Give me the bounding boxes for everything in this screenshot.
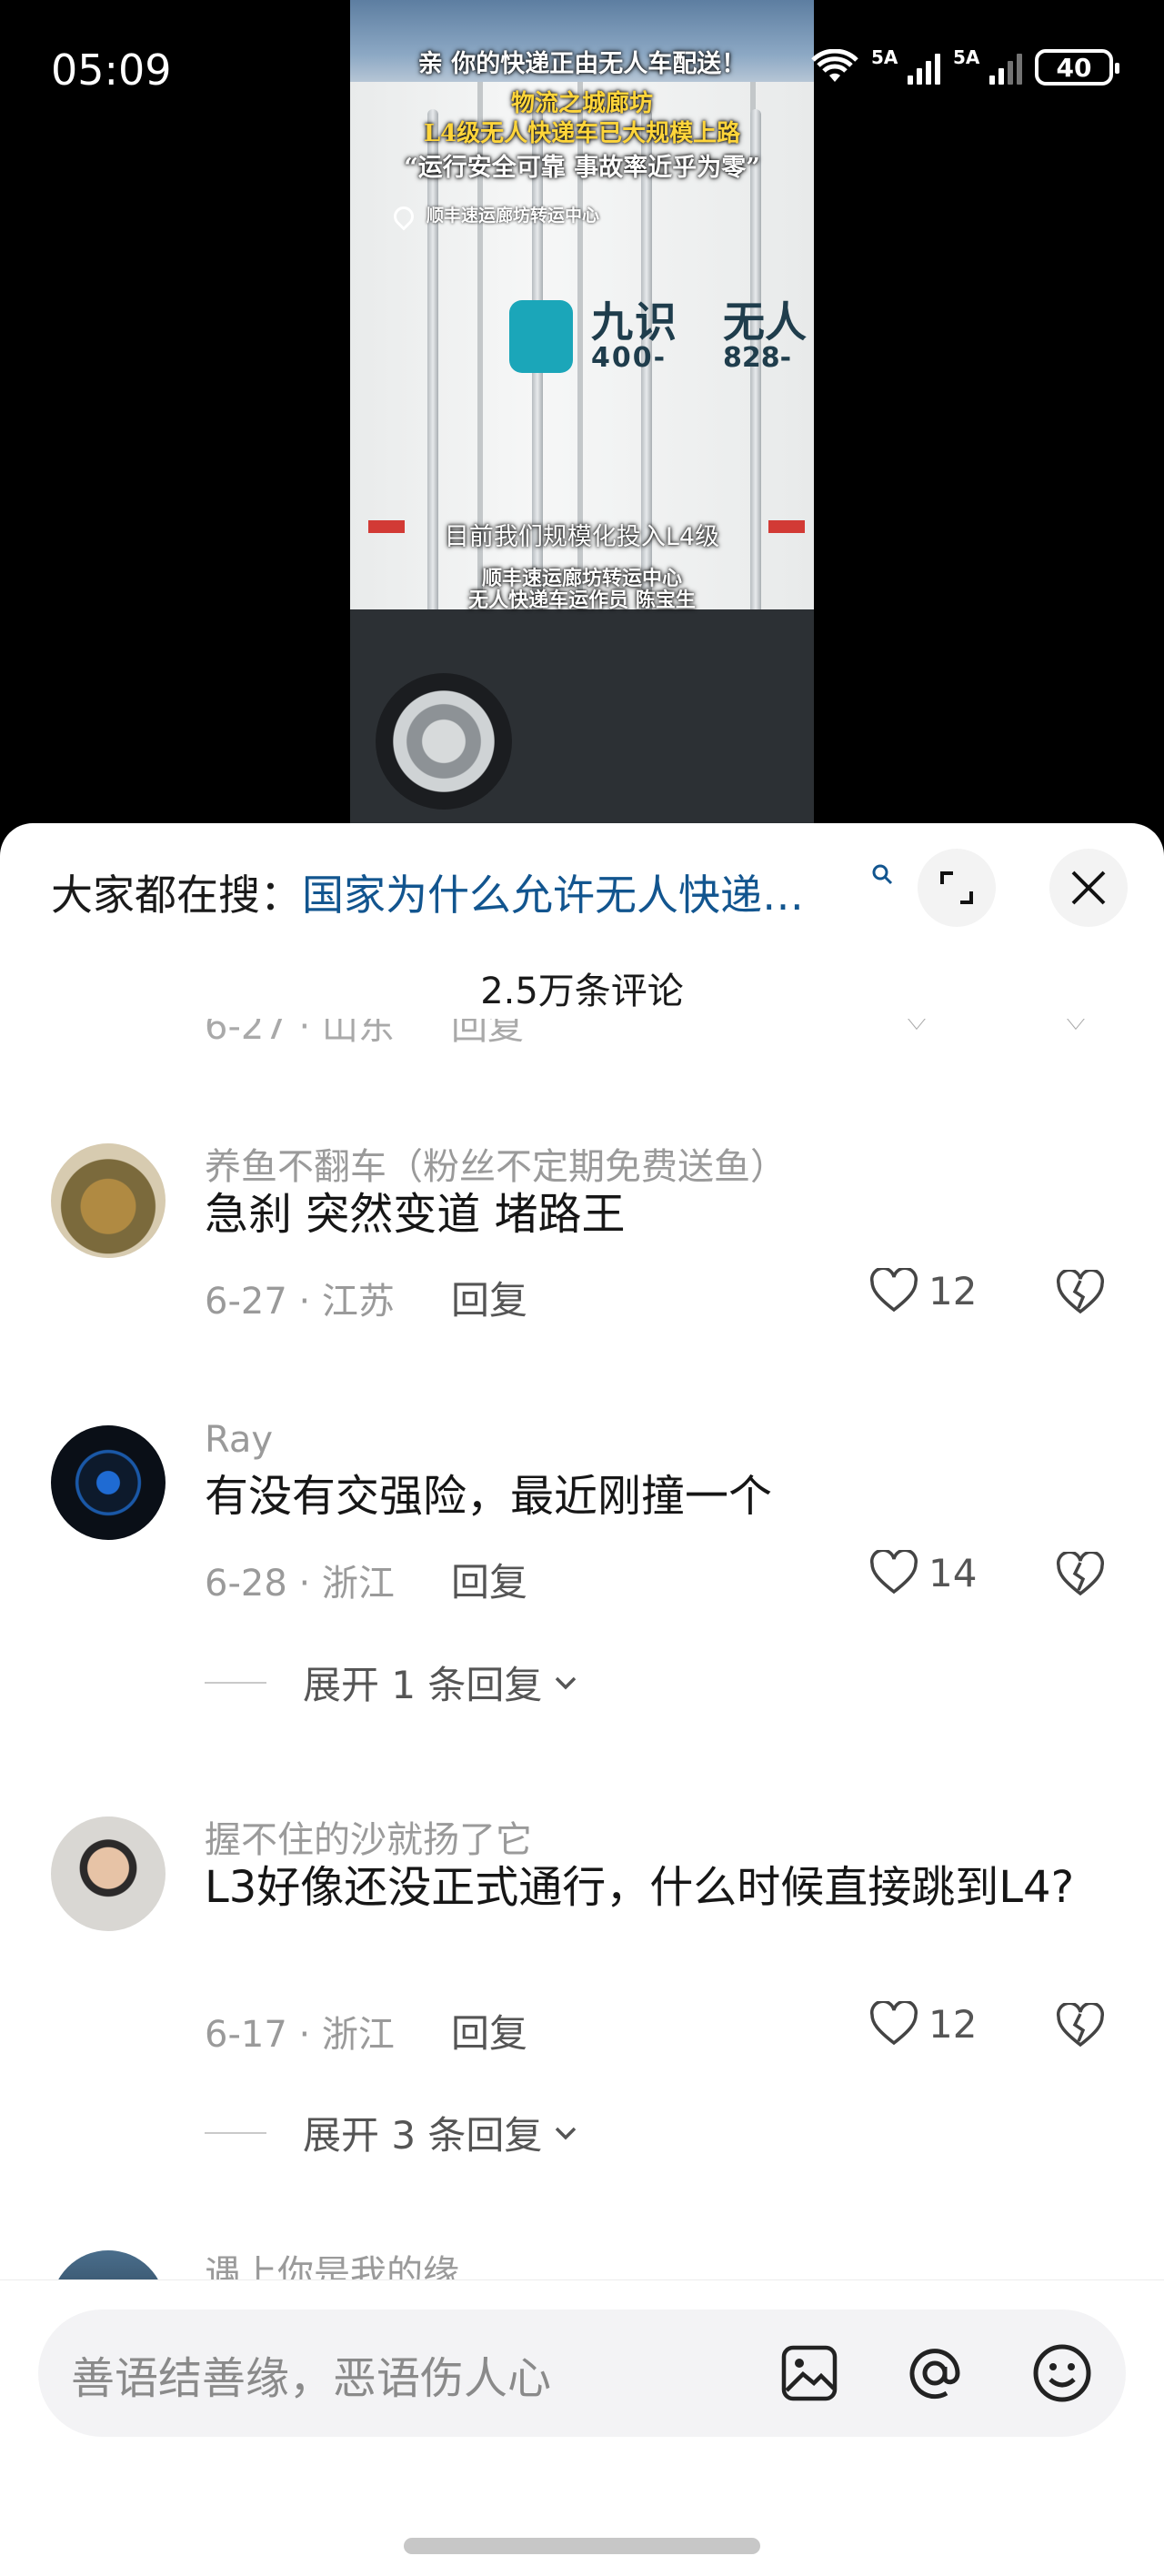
trending-search-prefix: 大家都在搜： <box>51 870 302 920</box>
status-icons: 5A 5A 40 <box>811 46 1119 86</box>
wifi-icon <box>811 48 858 86</box>
comment-text: L3好像还没正式通行，什么时候直接跳到L4? <box>205 1862 1075 1913</box>
dislike-button[interactable] <box>1055 1268 1106 1319</box>
truck-logo-mark <box>509 300 573 373</box>
broken-heart-icon <box>1057 1268 1104 1314</box>
avatar[interactable] <box>51 1816 166 1931</box>
at-icon <box>909 2349 960 2400</box>
video-location: 顺丰速运廊坊转运中心 <box>389 201 599 231</box>
cellular-signal-icon: 5A <box>953 46 1022 85</box>
mention-button[interactable] <box>898 2337 971 2410</box>
like-button[interactable]: 14 <box>868 1550 977 1595</box>
like-count: 12 <box>928 1268 978 1313</box>
image-button[interactable] <box>773 2337 846 2410</box>
comment-input-placeholder: 善语结善缘，恶语伤人心 <box>71 2353 552 2404</box>
home-indicator[interactable] <box>404 2538 760 2554</box>
comment-author[interactable]: Ray <box>205 1419 273 1461</box>
close-button[interactable] <box>1049 849 1128 927</box>
broken-heart-icon <box>1057 2001 1104 2048</box>
heart-icon <box>870 1550 918 1595</box>
emoji-button[interactable] <box>1026 2337 1099 2410</box>
comment-input-bar: 善语结善缘，恶语伤人心 <box>0 2279 1164 2576</box>
video-player[interactable]: 九识 400- 无人 828- 亲 你的快递正由无人车配送！ 物流之城廊坊 L4… <box>0 0 1164 837</box>
video-subtitle: 目前我们规模化投入L4级 <box>444 523 720 551</box>
emoji-icon <box>1033 2344 1091 2402</box>
like-count: 12 <box>928 2001 978 2047</box>
video-caption-2: 物流之城廊坊 <box>510 90 653 117</box>
comment-date-location: 6-17 · 浙江 <box>205 2014 395 2056</box>
comment-sheet: 大家都在搜： 国家为什么允许无人快递车上路 2.5万条评论 6-27 · 山东 … <box>0 823 1164 2576</box>
clipped-comment-row: 6-27 · 山东 回复 ♡ ♡ <box>205 1019 1092 1048</box>
trending-search[interactable]: 大家都在搜： 国家为什么允许无人快递车上路 <box>51 856 1164 929</box>
divider <box>205 1681 266 1684</box>
expand-replies-label: 展开 1 条回复 <box>303 1663 543 1707</box>
speaker-name: 无人快递车运作员 陈宝生 <box>468 589 696 612</box>
battery-icon: 40 <box>1035 49 1119 86</box>
truck-brand: 九识 400- <box>591 297 678 375</box>
divider <box>205 2131 266 2134</box>
like-button[interactable]: 12 <box>868 1268 977 1313</box>
reply-button[interactable]: 回复 <box>451 1552 527 1607</box>
comment-count-title: 2.5万条评论 <box>480 971 684 1012</box>
comment-text: 急刹 突然变道 堵路王 <box>205 1189 626 1240</box>
truck-wheel <box>376 673 512 810</box>
video-caption-1: 亲 你的快递正由无人车配送！ <box>417 50 747 78</box>
dislike-button[interactable] <box>1055 2001 1106 2052</box>
video-frame: 九识 400- 无人 828- 亲 你的快递正由无人车配送！ 物流之城廊坊 L4… <box>350 0 814 837</box>
expand-icon <box>940 871 973 904</box>
dislike-button[interactable] <box>1055 1550 1106 1601</box>
trending-search-query[interactable]: 国家为什么允许无人快递车上路 <box>302 862 834 922</box>
comment-input[interactable]: 善语结善缘，恶语伤人心 <box>38 2309 1126 2437</box>
avatar[interactable] <box>51 1143 166 1258</box>
broken-heart-icon <box>1057 1550 1104 1596</box>
comment-date-location: 6-28 · 浙江 <box>205 1563 395 1605</box>
heart-icon <box>870 1268 918 1313</box>
cellular-signal-icon: 5A <box>871 46 940 85</box>
expand-button[interactable] <box>918 849 996 927</box>
chevron-down-icon <box>556 1676 577 1689</box>
status-time: 05:09 <box>51 45 172 95</box>
like-button[interactable]: 12 <box>868 2001 977 2047</box>
comment-text: 有没有交强险，最近刚撞一个 <box>205 1471 773 1522</box>
chevron-down-icon <box>556 2127 577 2139</box>
video-caption-3: L4级无人快递车已大规模上路 <box>423 120 741 147</box>
search-icon <box>872 864 893 885</box>
reply-button[interactable]: 回复 <box>451 1270 527 1325</box>
reply-button[interactable]: 回复 <box>451 2003 527 2058</box>
heart-icon <box>870 2001 918 2046</box>
comment-author[interactable]: 养鱼不翻车（粉丝不定期免费送鱼） <box>205 1137 787 1190</box>
comment-date-location: 6-27 · 江苏 <box>205 1281 395 1323</box>
image-icon <box>781 2345 838 2401</box>
location-pin-icon <box>389 201 418 231</box>
expand-replies-button[interactable]: 展开 1 条回复 <box>205 1655 584 1710</box>
expand-replies-button[interactable]: 展开 3 条回复 <box>205 2105 584 2160</box>
comment-author[interactable]: 握不住的沙就扬了它 <box>205 1810 532 1863</box>
avatar[interactable] <box>51 1425 166 1540</box>
close-icon <box>1071 870 1106 905</box>
truck-brand-2: 无人 828- <box>723 297 807 375</box>
expand-replies-label: 展开 3 条回复 <box>303 2113 543 2158</box>
like-count: 14 <box>928 1550 978 1595</box>
video-caption-4: “运行安全可靠 事故率近乎为零” <box>404 154 760 182</box>
